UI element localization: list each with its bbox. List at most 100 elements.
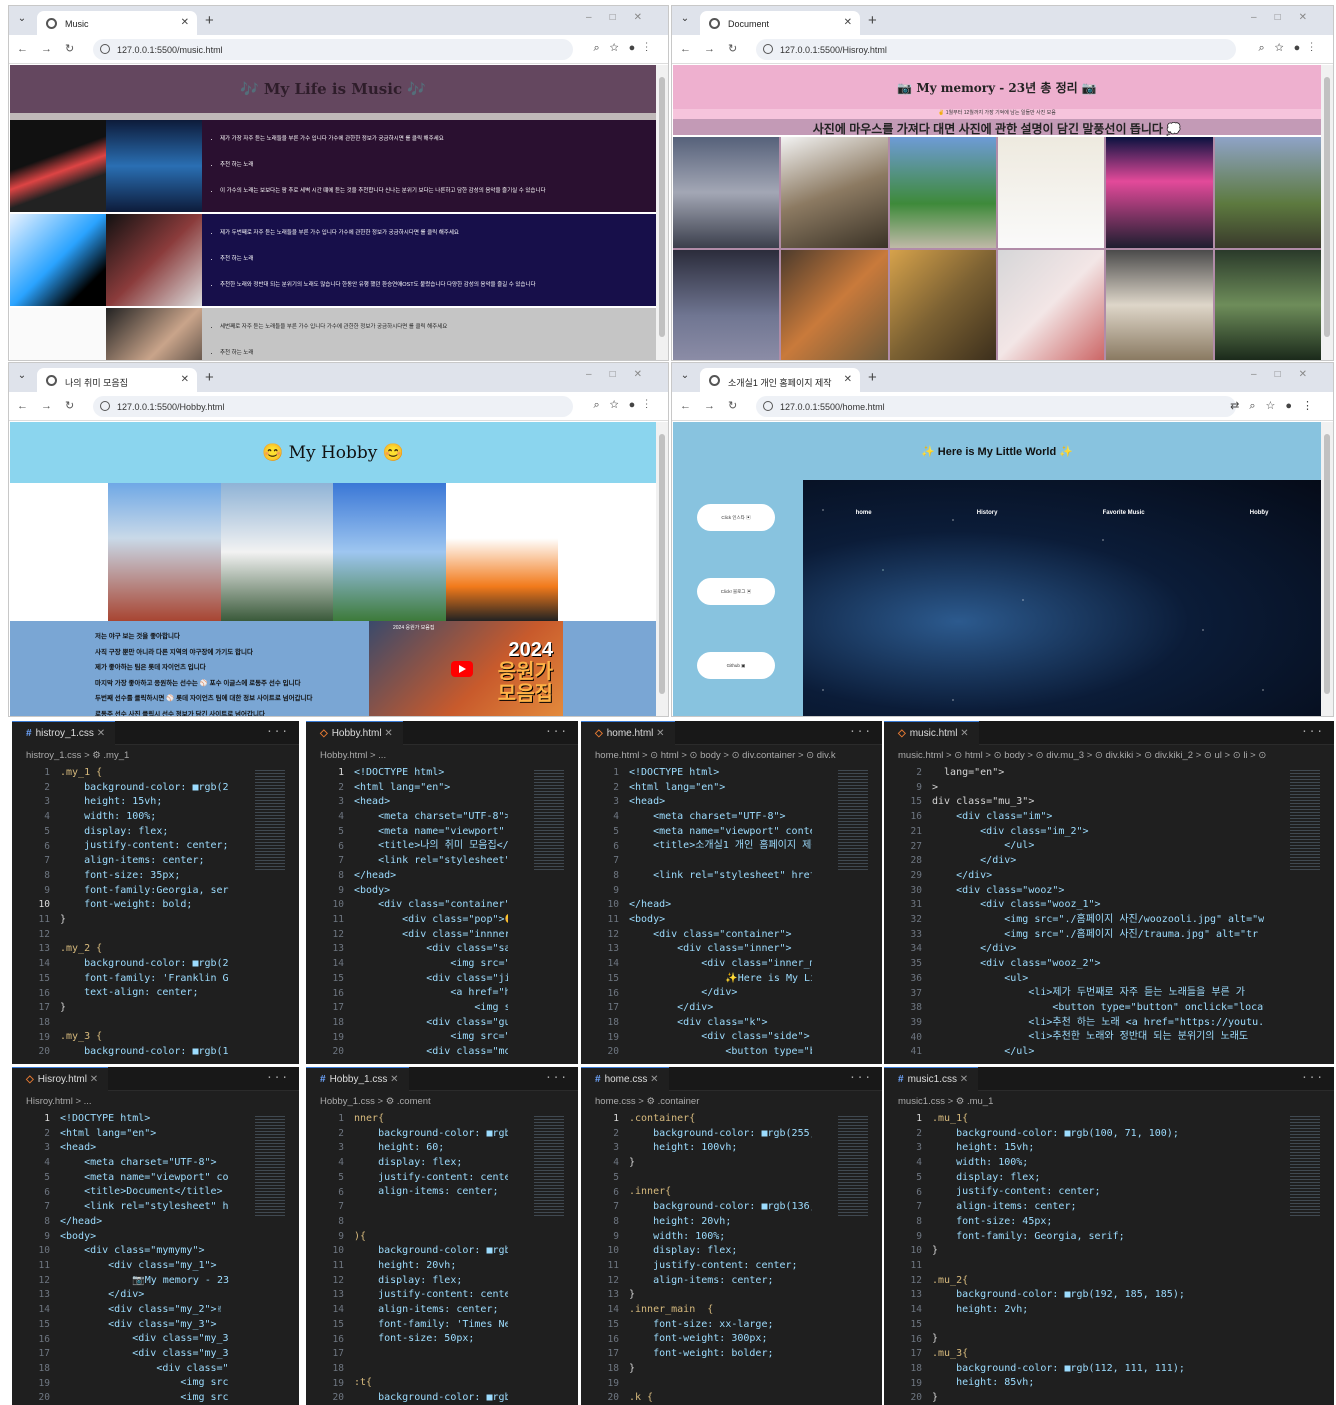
editor-body[interactable]: 1 2 3 4 5 6 7 8 9 10 11 12 13 14 15 16 17 18 19 20 .contain… [581,1112,882,1405]
nav-home[interactable]: home [856,510,872,516]
code-text[interactable]: .container{ background-color: ■rgb(255, … [629,1112,812,1405]
breadcrumb[interactable]: home.css > ⚙ .container [581,1091,882,1111]
instagram-button[interactable]: Click 인스타 ▣ [697,504,775,531]
scrollbar-thumb[interactable] [1324,77,1330,337]
nav-history[interactable]: History [977,510,998,516]
list-item[interactable]: 추천 하는 노래 [220,340,656,360]
blog-button[interactable]: Click! 블로그 ▣ [697,578,775,605]
code-text[interactable]: nner{ background-color: ■rgb(238, height… [354,1112,508,1405]
photo[interactable] [333,483,446,621]
scrollbar-thumb[interactable] [659,434,665,694]
editor-tab[interactable]: ◇ home.html ✕ [581,721,675,745]
minimap[interactable] [838,770,868,870]
more-actions-icon[interactable]: ··· [266,1071,289,1084]
url-field[interactable]: 127.0.0.1:5500/Hobby.html [93,396,573,417]
url-field[interactable]: 127.0.0.1:5500/Hisroy.html [756,39,1236,60]
breadcrumb[interactable]: Hisroy.html > ... [12,1091,299,1111]
breadcrumb[interactable]: Hobby.html > ... [306,745,578,765]
new-tab-button[interactable]: + [205,369,214,386]
minimap[interactable] [838,1116,868,1216]
code-text[interactable]: .my_1 { background-color: ■rgb(235, heig… [60,766,229,1060]
album-image[interactable] [106,214,202,306]
breadcrumb[interactable]: histroy_1.css > ⚙ .my_1 [12,745,299,765]
close-icon[interactable]: ✕ [390,1074,398,1085]
breadcrumb[interactable]: music.html > ⊙ html > ⊙ body > ⊙ div.mu_… [884,745,1334,765]
editor-tab[interactable]: # home.css ✕ [581,1067,669,1091]
player-photo[interactable] [445,483,558,621]
nav-hobby[interactable]: Hobby [1250,510,1269,516]
close-icon[interactable]: ✕ [960,1074,968,1085]
minimap[interactable] [1290,1116,1320,1216]
scrollbar[interactable] [656,65,668,360]
close-tab-icon[interactable]: ✕ [181,17,189,28]
editor-body[interactable]: 1 2 3 4 5 6 7 8 9 10 11 12 13 14 15 16 17 18 19 20 .mu_1{ b… [884,1112,1334,1405]
code-text[interactable]: <!DOCTYPE html> <html lang="en"> <head> <m… [629,766,812,1060]
navigation-buttons[interactable]: ←→↻ [680,42,750,55]
window-controls[interactable]: –□✕ [586,12,660,23]
photo[interactable] [220,483,333,621]
photo[interactable] [889,137,996,248]
editor-tab[interactable]: # Hobby_1.css ✕ [306,1067,409,1091]
more-actions-icon[interactable]: ··· [1301,1071,1324,1084]
navigation-buttons[interactable]: ←→↻ [680,399,750,412]
editor-tab[interactable]: ◇ music.html ✕ [884,721,979,745]
photo[interactable] [108,483,221,621]
photo[interactable] [1214,249,1321,360]
url-field[interactable]: 127.0.0.1:5500/home.html [756,396,1236,417]
close-tab-icon[interactable]: ✕ [844,17,852,28]
editor-body[interactable]: 2 9 15 16 21 27 28 29 30 31 32 33 34 35 36 37 38 39 40 41 l… [884,766,1334,1064]
navigation-buttons[interactable]: ←→↻ [17,42,87,55]
tab-search-icon[interactable]: ⌄ [678,370,692,384]
url-field[interactable]: 127.0.0.1:5500/music.html [93,39,573,60]
code-text[interactable]: lang="en"> > div class="mu_3"> <div class=… [932,766,1264,1060]
editor-body[interactable]: 1 2 3 4 5 6 7 8 9 10 11 12 13 14 15 16 17 18 19 20 nner{ ba… [306,1112,578,1405]
browser-toolbar-icons[interactable]: ⇄⌕☆●⋮ [1230,399,1323,413]
browser-tab[interactable]: 소개실1 개인 홈페이지 제작 ✕ [700,368,860,392]
close-icon[interactable]: ✕ [90,1074,98,1085]
editor-body[interactable]: 1 2 3 4 5 6 7 8 9 10 11 12 13 14 15 16 17 18 19 20 <!DOCTYP… [306,766,578,1064]
tab-search-icon[interactable]: ⌄ [15,13,29,27]
photo[interactable] [998,249,1105,360]
window-controls[interactable]: –□✕ [1251,369,1325,380]
scrollbar-thumb[interactable] [659,77,665,337]
youtube-embed[interactable]: 2024 응원가 모음집 2024 응원가 모음집 [369,621,563,716]
list-item[interactable]: 추천 하는 노래 [220,152,656,178]
close-icon[interactable]: ✕ [656,728,664,739]
photo[interactable] [673,249,780,360]
site-info-icon[interactable] [763,401,773,411]
photo[interactable] [781,249,888,360]
site-info-icon[interactable] [100,44,110,54]
nav-favorite-music[interactable]: Favorite Music [1103,510,1145,516]
browser-toolbar-icons[interactable]: ⌕☆●⋮ [593,399,658,412]
close-icon[interactable]: ✕ [960,728,968,739]
browser-tab[interactable]: 나의 취미 모음집 ✕ [37,368,197,392]
photo[interactable] [673,137,780,248]
album-image[interactable] [106,120,202,212]
album-image[interactable] [10,120,106,212]
photo[interactable] [1214,137,1321,248]
more-actions-icon[interactable]: ··· [849,1071,872,1084]
scrollbar[interactable] [1321,422,1333,716]
minimap[interactable] [255,1116,285,1216]
github-button[interactable]: Github ▣ [697,652,775,679]
editor-tab[interactable]: ◇ Hobby.html ✕ [306,721,403,745]
photo[interactable] [1106,137,1213,248]
list-item[interactable]: 추천 하는 노래 [220,246,656,272]
close-icon[interactable]: ✕ [650,1074,658,1085]
photo[interactable] [998,137,1105,248]
editor-body[interactable]: 1 2 3 4 5 6 7 8 9 10 11 12 13 14 15 16 17 18 19 20 .my_1 { … [12,766,299,1064]
window-controls[interactable]: –□✕ [1251,12,1325,23]
new-tab-button[interactable]: + [868,12,877,29]
minimap[interactable] [255,770,285,870]
more-actions-icon[interactable]: ··· [1301,725,1324,738]
close-tab-icon[interactable]: ✕ [181,374,189,385]
browser-toolbar-icons[interactable]: ⌕☆●⋮ [1258,42,1323,55]
close-tab-icon[interactable]: ✕ [844,374,852,385]
photo[interactable] [781,137,888,248]
minimap[interactable] [1290,770,1320,870]
tab-search-icon[interactable]: ⌄ [678,13,692,27]
browser-tab[interactable]: Music ✕ [37,11,197,35]
album-image[interactable] [106,308,202,360]
editor-tab[interactable]: # music1.css ✕ [884,1067,979,1091]
album-image[interactable] [10,308,106,360]
